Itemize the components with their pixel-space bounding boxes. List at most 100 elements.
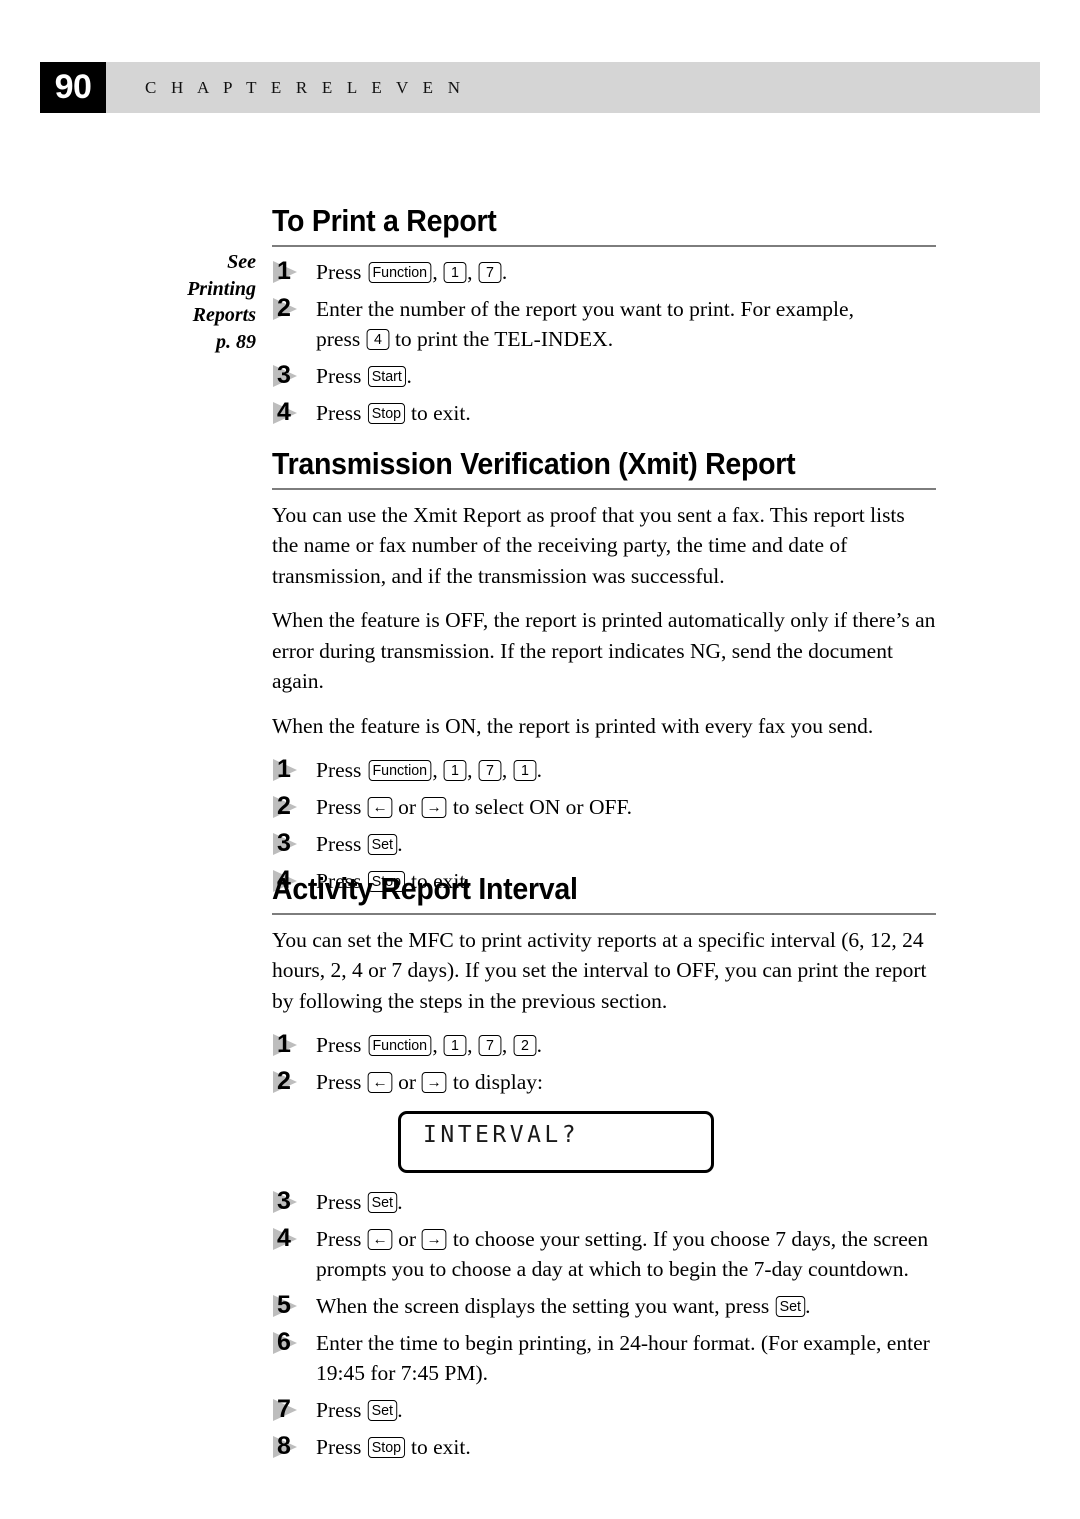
step-number: 3: [277, 829, 291, 858]
step-item: 6 Enter the time to begin printing, in 24…: [272, 1328, 936, 1388]
arrow-right-icon[interactable]: →: [422, 797, 447, 819]
step-item: 2 Press ← or → to select ON or OFF.: [272, 792, 936, 822]
key-7-button[interactable]: 7: [478, 1035, 502, 1057]
step-item: 5 When the screen displays the setting yo…: [272, 1291, 936, 1321]
key-4-button[interactable]: 4: [366, 328, 389, 350]
key-7-button[interactable]: 7: [478, 760, 502, 782]
step-text: Press ← or → to choose your setting. If …: [316, 1227, 929, 1282]
step-marker: 8: [272, 1432, 312, 1461]
step-number: 3: [277, 360, 291, 389]
step-text: Press Set.: [316, 1398, 403, 1423]
key-1-button[interactable]: 1: [513, 760, 536, 782]
chapter-label: C H A P T E R E L E V E N: [145, 78, 466, 97]
key-stop-button[interactable]: Stop: [367, 1437, 405, 1459]
key-1-button[interactable]: 1: [443, 261, 467, 283]
key-set-button[interactable]: Set: [367, 834, 397, 856]
paragraph: You can set the MFC to print activity re…: [272, 927, 927, 1013]
step-marker: 7: [272, 1395, 312, 1424]
step-text: Enter the number of the report you want …: [316, 296, 854, 351]
step-number: 7: [277, 1395, 291, 1424]
arrow-left-icon[interactable]: ←: [367, 1072, 393, 1094]
step-text: Press Stop to exit.: [316, 1435, 471, 1460]
step-marker: 3: [272, 360, 312, 390]
step-marker: 2: [272, 792, 312, 821]
section-heading: Activity Report Interval: [272, 871, 578, 906]
step-text: Press Function, 1, 7, 2.: [316, 1033, 542, 1058]
step-text: Press Function, 1, 7.: [316, 259, 508, 284]
section-heading: Transmission Verification (Xmit) Report: [272, 446, 796, 481]
step-item: 8 Press Stop to exit.: [272, 1432, 936, 1462]
paragraph: You can use the Xmit Report as proof tha…: [272, 502, 905, 588]
key-1-button[interactable]: 1: [443, 760, 467, 782]
key-start-button[interactable]: Start: [367, 365, 406, 387]
heading-rule: [272, 912, 936, 915]
paragraph: When the feature is OFF, the report is p…: [272, 608, 936, 694]
step-number: 1: [277, 1030, 291, 1059]
step-item: 3 Press Set.: [272, 1187, 936, 1217]
key-2-button[interactable]: 2: [513, 1035, 536, 1057]
step-item: 4 Press ← or → to choose your setting. If…: [272, 1224, 936, 1284]
step-text: Press Set.: [316, 1190, 403, 1215]
step-text: Press ← or → to display:: [316, 1070, 544, 1095]
key-stop-button[interactable]: Stop: [367, 402, 405, 424]
key-function-button[interactable]: Function: [368, 261, 431, 283]
lcd-display-text: INTERVAL?: [423, 1122, 580, 1149]
step-list: 1 Press Function, 1, 7, 2. 2 Press ← or → t…: [272, 1030, 936, 1097]
step-marker: 5: [272, 1291, 312, 1320]
arrow-left-icon[interactable]: ←: [367, 797, 393, 819]
section-heading: To Print a Report: [272, 203, 497, 238]
step-item: 1 Press Function, 1, 7, 2.: [272, 1030, 936, 1060]
step-number: 1: [277, 755, 291, 784]
arrow-left-icon[interactable]: ←: [367, 1229, 393, 1251]
key-1-button[interactable]: 1: [443, 1035, 467, 1057]
step-item: 3 Press Start.: [272, 361, 936, 391]
heading-rule: [272, 487, 936, 490]
step-marker: 4: [272, 1224, 312, 1253]
step-text: Press Stop to exit.: [316, 400, 471, 425]
step-list: 3 Press Set. 4 Press ← or → to choose your …: [272, 1187, 936, 1462]
key-function-button[interactable]: Function: [368, 760, 431, 782]
section-activity-report-interval: Activity Report Interval You can set the…: [272, 871, 936, 1469]
key-set-button[interactable]: Set: [775, 1296, 805, 1318]
margin-note-line-1: See: [227, 251, 256, 273]
key-set-button[interactable]: Set: [367, 1400, 397, 1422]
step-item: 1 Press Function, 1, 7, 1.: [272, 755, 936, 785]
step-item: 7 Press Set.: [272, 1395, 936, 1425]
step-number: 5: [277, 1291, 291, 1320]
manual-page: 90 C H A P T E R E L E V E N See Printin…: [0, 0, 1080, 1519]
margin-note-line-4: p. 89: [216, 330, 256, 353]
margin-note-line-3: Reports: [192, 304, 256, 326]
step-item: 4 Press Stop to exit.: [272, 398, 936, 428]
heading-rule: [272, 244, 936, 247]
step-item: 2 Press ← or → to display:: [272, 1067, 936, 1097]
step-text: Press Set.: [316, 832, 403, 857]
step-marker: 4: [272, 398, 312, 427]
step-number: 6: [277, 1328, 291, 1357]
step-marker: 6: [272, 1328, 312, 1357]
section-transmission-verification-xmit-report: Transmission Verification (Xmit) Report …: [272, 446, 936, 903]
step-number: 8: [277, 1432, 291, 1461]
step-item: 1 Press Function, 1, 7.: [272, 257, 936, 287]
key-7-button[interactable]: 7: [478, 261, 502, 283]
step-text: Press Start.: [316, 363, 412, 388]
step-item: 3 Press Set.: [272, 829, 936, 859]
step-marker: 3: [272, 1187, 312, 1216]
step-marker: 3: [272, 829, 312, 858]
step-marker: 1: [272, 755, 312, 784]
paragraph: When the feature is ON, the report is pr…: [272, 713, 874, 738]
step-number: 1: [277, 256, 291, 285]
arrow-right-icon[interactable]: →: [422, 1072, 447, 1094]
page-number: 90: [54, 68, 92, 106]
key-function-button[interactable]: Function: [368, 1035, 431, 1057]
step-text: When the screen displays the setting you…: [316, 1294, 811, 1319]
section-to-print-a-report: To Print a Report 1 Press Function, 1, 7.…: [272, 203, 936, 435]
arrow-right-icon[interactable]: →: [422, 1229, 447, 1251]
step-number: 4: [277, 1224, 291, 1253]
key-set-button[interactable]: Set: [367, 1192, 397, 1214]
step-marker: 1: [272, 1030, 312, 1059]
lcd-display: INTERVAL?: [398, 1111, 714, 1174]
step-number: 2: [277, 1067, 291, 1096]
step-item: 2 Enter the number of the report you want…: [272, 294, 936, 354]
step-number: 2: [277, 293, 291, 322]
step-marker: 1: [272, 256, 312, 286]
